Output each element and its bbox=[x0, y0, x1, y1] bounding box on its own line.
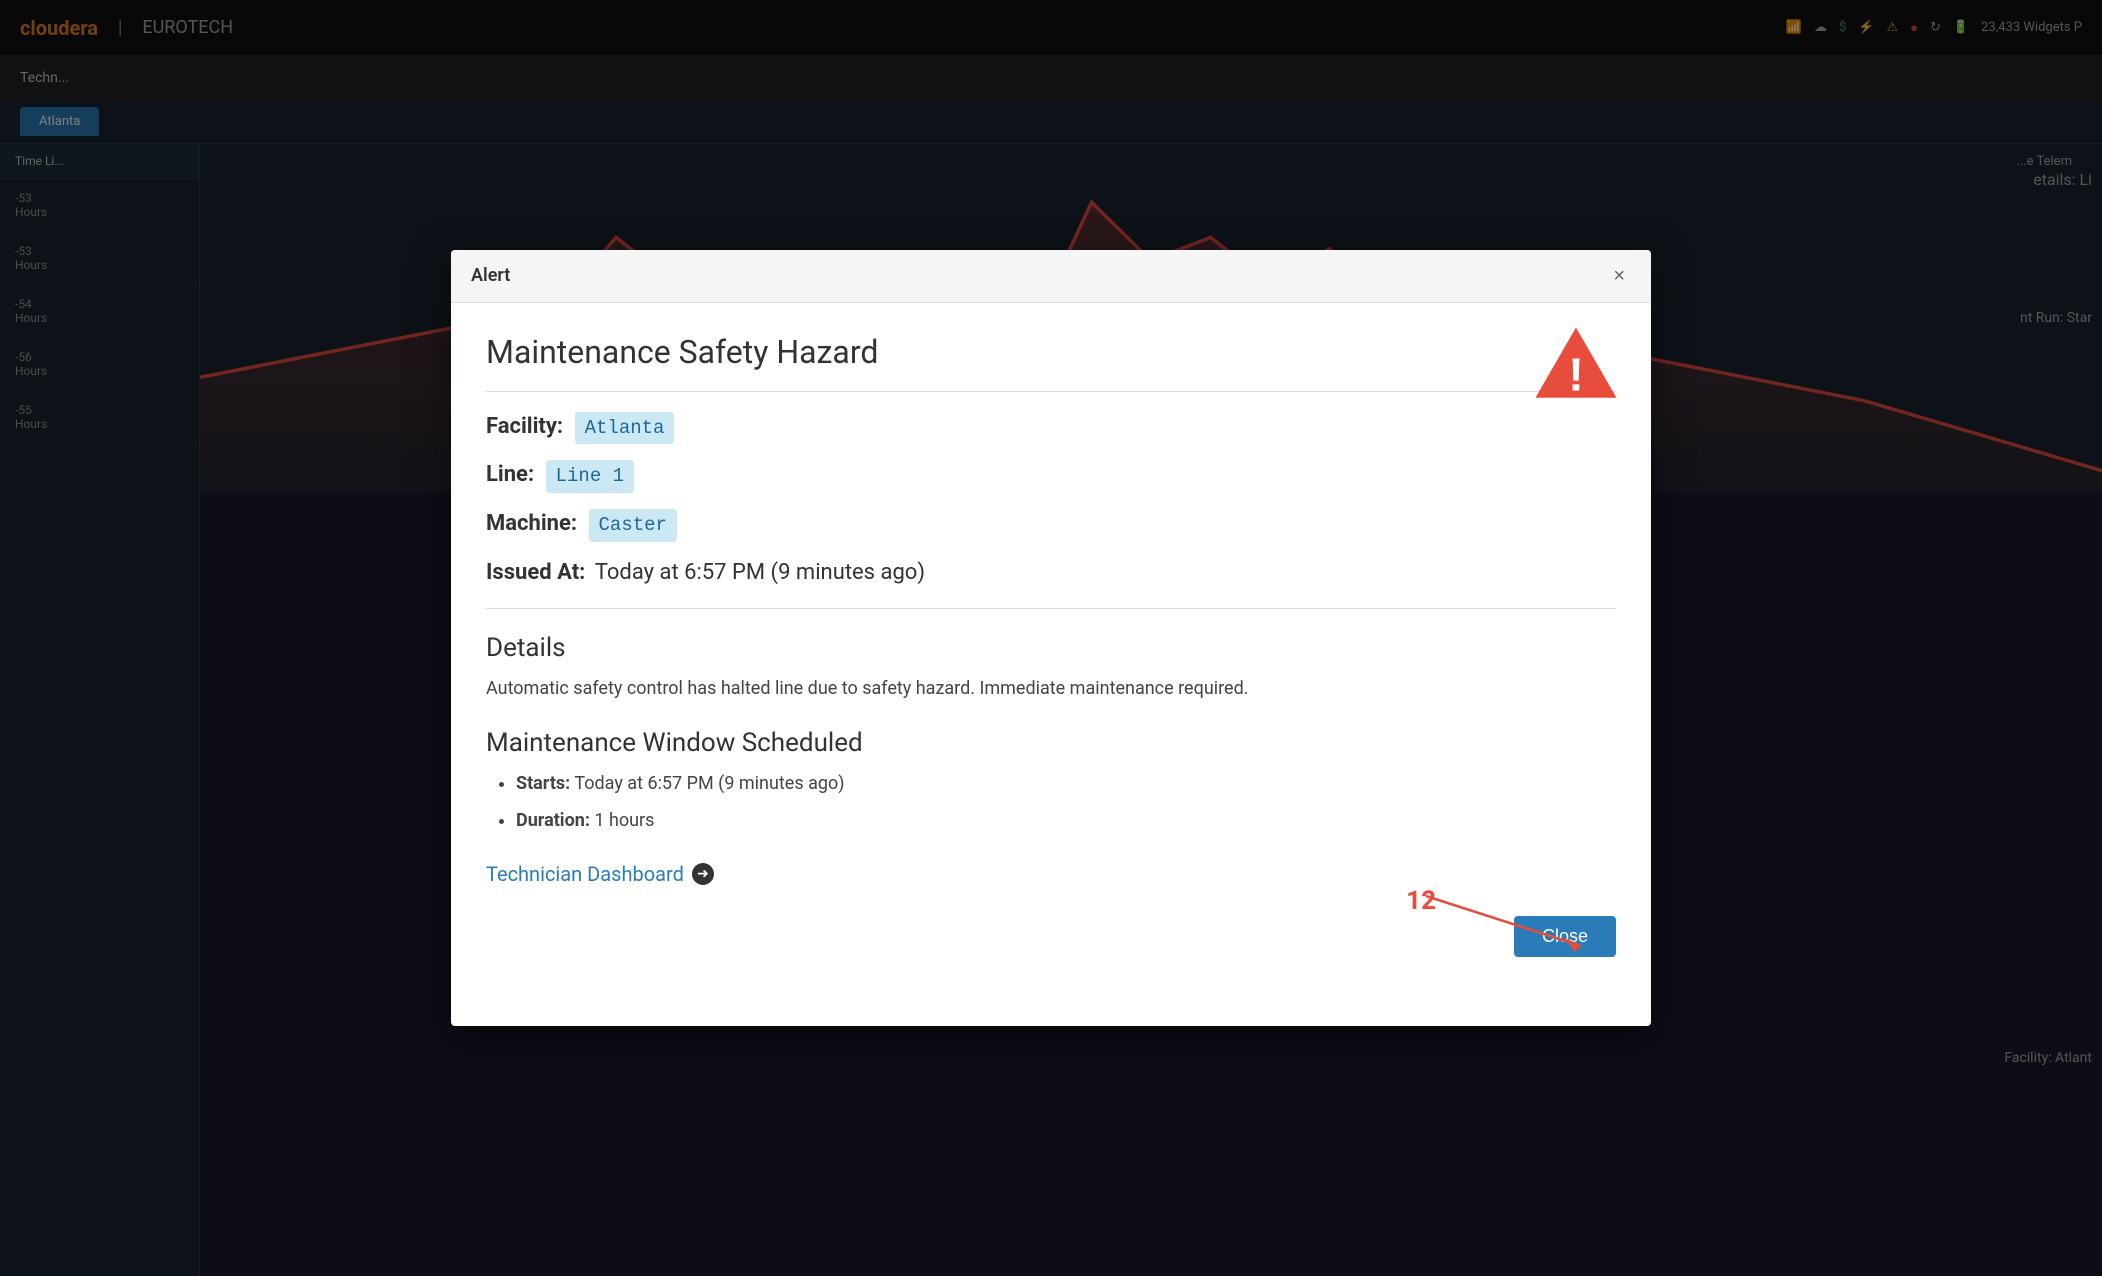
divider-1 bbox=[486, 391, 1616, 392]
starts-item: Starts: Today at 6:57 PM (9 minutes ago) bbox=[516, 770, 1616, 797]
details-heading: Details bbox=[486, 633, 1616, 663]
modal-header-title: Alert bbox=[471, 265, 510, 286]
divider-2 bbox=[486, 608, 1616, 609]
annotation-arrow bbox=[1426, 896, 1606, 956]
issued-at-row: Issued At: Today at 6:57 PM (9 minutes a… bbox=[486, 558, 1616, 589]
technician-dashboard-label: Technician Dashboard bbox=[486, 862, 684, 886]
modal-header: Alert × bbox=[451, 250, 1651, 303]
warning-triangle-icon: ! bbox=[1531, 323, 1621, 403]
facility-label: Facility: bbox=[486, 414, 563, 439]
machine-row: Machine: Caster bbox=[486, 509, 1616, 542]
footer-area: 12 Close bbox=[486, 916, 1616, 996]
facility-value: Atlanta bbox=[575, 412, 675, 445]
modal-close-x-button[interactable]: × bbox=[1607, 264, 1631, 288]
duration-label: Duration: bbox=[516, 810, 590, 831]
alert-modal: Alert × ! Maintenance Safety Hazard Faci… bbox=[451, 250, 1651, 1026]
modal-body: ! Maintenance Safety Hazard Facility: At… bbox=[451, 303, 1651, 1026]
svg-text:!: ! bbox=[1568, 348, 1584, 400]
line-label: Line: bbox=[486, 462, 534, 487]
machine-label: Machine: bbox=[486, 511, 577, 536]
issued-at-value: Today at 6:57 PM (9 minutes ago) bbox=[595, 560, 925, 585]
details-text: Automatic safety control has halted line… bbox=[486, 675, 1616, 704]
issued-at-label: Issued At: bbox=[486, 560, 585, 585]
starts-label: Starts: bbox=[516, 773, 570, 794]
machine-value: Caster bbox=[589, 509, 677, 542]
alert-title: Maintenance Safety Hazard bbox=[486, 333, 1616, 371]
duration-item: Duration: 1 hours bbox=[516, 807, 1616, 834]
starts-value: Today at 6:57 PM (9 minutes ago) bbox=[574, 773, 844, 794]
duration-value: 1 hours bbox=[594, 810, 654, 831]
maintenance-heading: Maintenance Window Scheduled bbox=[486, 728, 1616, 758]
annotation-container: 12 bbox=[1406, 886, 1436, 916]
line-row: Line: Line 1 bbox=[486, 460, 1616, 493]
technician-dashboard-link[interactable]: Technician Dashboard ➜ bbox=[486, 862, 714, 886]
line-value: Line 1 bbox=[546, 460, 634, 493]
maintenance-list: Starts: Today at 6:57 PM (9 minutes ago)… bbox=[486, 770, 1616, 834]
arrow-circle-icon: ➜ bbox=[692, 863, 714, 885]
modal-overlay: Alert × ! Maintenance Safety Hazard Faci… bbox=[0, 0, 2102, 1276]
facility-row: Facility: Atlanta bbox=[486, 412, 1616, 445]
